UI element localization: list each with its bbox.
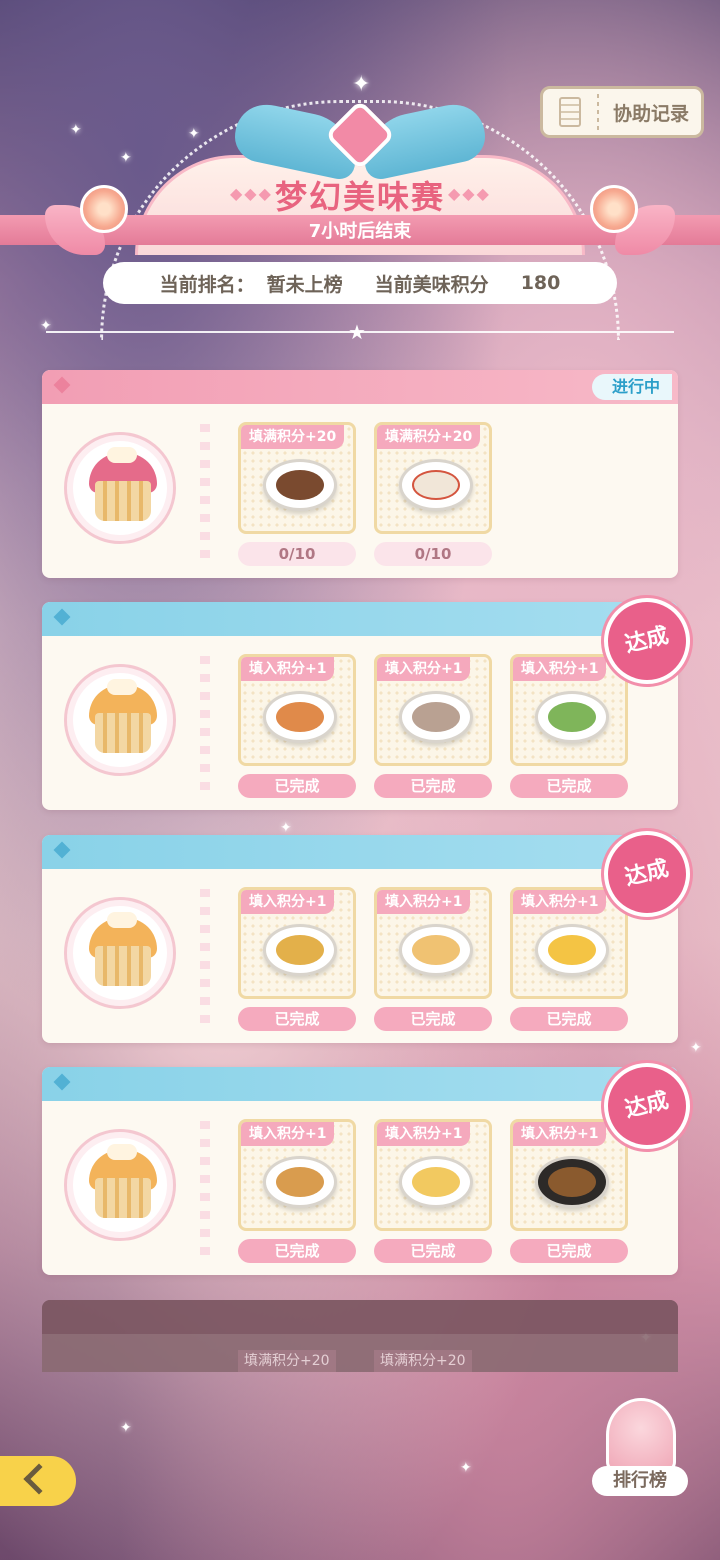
cake-reward-icon	[64, 432, 176, 544]
dish-points-tag: 填满积分+20	[238, 1350, 336, 1372]
completed-label: 已完成	[374, 774, 492, 798]
dish-points-tag: 填入积分+1	[377, 657, 471, 681]
dish-icon	[535, 1156, 609, 1208]
ranking-label: 排行榜	[592, 1466, 688, 1496]
dish-slot[interactable]: 填入积分+1 已完成	[374, 654, 492, 798]
dish-points-tag: 填入积分+1	[513, 890, 607, 914]
cake-reward-icon	[64, 1129, 176, 1241]
task-card: 填入积分+1 已完成 填入积分+1 已完成 填入积分+1 已完成 达成	[42, 1053, 700, 1275]
sparkle-icon: ✦	[280, 820, 292, 836]
back-arrow-icon	[23, 1463, 55, 1495]
completed-label: 已完成	[238, 1239, 356, 1263]
cake-reward-icon	[64, 897, 176, 1009]
score-value: 180	[520, 272, 561, 294]
dish-icon	[263, 1156, 337, 1208]
rank-label: 当前排名：	[159, 273, 255, 296]
completed-label: 已完成	[238, 1007, 356, 1031]
dish-icon	[399, 691, 473, 743]
dish-slot[interactable]: 填入积分+1 已完成	[510, 887, 628, 1031]
rank-summary: 当前排名： 暂未上榜 当前美味积分 180	[103, 262, 617, 304]
sparkle-icon: ✦	[120, 1420, 132, 1436]
dish-icon	[399, 459, 473, 511]
notebook-icon	[559, 97, 581, 127]
dish-icon	[263, 459, 337, 511]
star-icon: ★	[348, 320, 366, 344]
dish-icon	[399, 1156, 473, 1208]
dish-points-tag: 填入积分+1	[241, 1122, 335, 1146]
dish-points-tag: 填入积分+1	[377, 890, 471, 914]
dish-icon	[535, 691, 609, 743]
dish-slot[interactable]: 填入积分+1 已完成	[238, 1119, 356, 1263]
dish-slot[interactable]: 填入积分+1 已完成	[374, 1119, 492, 1263]
event-countdown: 7小时后结束	[308, 221, 412, 242]
status-badge: 进行中	[591, 374, 672, 400]
completed-label: 已完成	[510, 1007, 628, 1031]
completed-label: 已完成	[510, 1239, 628, 1263]
completed-label: 已完成	[238, 774, 356, 798]
dish-points-tag: 填满积分+20	[377, 425, 481, 449]
task-card-partial: 填满积分+20 填满积分+20	[42, 1300, 678, 1372]
event-title: 梦幻美味赛	[274, 178, 445, 216]
task-card: 填入积分+1 已完成 填入积分+1 已完成 填入积分+1 已完成 达成	[42, 821, 700, 1043]
task-card: 进行中 填满积分+20 0/10 填满积分+20 0/10	[42, 370, 678, 578]
dish-slot[interactable]: 填满积分+20 0/10	[238, 422, 356, 566]
dish-icon	[535, 924, 609, 976]
dish-points-tag: 填满积分+20	[374, 1350, 472, 1372]
rank-value: 暂未上榜	[266, 273, 343, 296]
dish-icon	[399, 924, 473, 976]
dish-slot[interactable]: 填入积分+1 已完成	[510, 1119, 628, 1263]
cake-icon	[606, 1398, 676, 1472]
dish-slot[interactable]: 填入积分+1 已完成	[238, 887, 356, 1031]
dish-icon	[263, 691, 337, 743]
completed-label: 已完成	[374, 1007, 492, 1031]
score-label: 当前美味积分	[374, 273, 489, 296]
completed-label: 已完成	[510, 774, 628, 798]
diamond-icon	[53, 841, 71, 859]
dish-slot[interactable]: 填满积分+20 0/10	[374, 422, 492, 566]
dish-icon	[263, 924, 337, 976]
diamond-icon	[53, 1073, 71, 1091]
back-button[interactable]	[0, 1456, 76, 1506]
ranking-button[interactable]: 排行榜	[592, 1398, 688, 1498]
cake-reward-icon	[64, 664, 176, 776]
dish-points-tag: 填入积分+1	[377, 1122, 471, 1146]
completed-label: 已完成	[374, 1239, 492, 1263]
dish-points-tag: 填满积分+20	[241, 425, 345, 449]
assist-record-label: 协助记录	[613, 102, 690, 125]
sparkle-icon: ✦	[690, 1040, 702, 1056]
dish-progress: 0/10	[374, 542, 492, 566]
dish-progress: 0/10	[238, 542, 356, 566]
dish-slot[interactable]: 填入积分+1 已完成	[374, 887, 492, 1031]
dish-points-tag: 填入积分+1	[513, 657, 607, 681]
dish-slot[interactable]: 填入积分+1 已完成	[510, 654, 628, 798]
assist-record-button[interactable]: 协助记录	[540, 86, 704, 138]
diamond-icon	[53, 376, 71, 394]
dish-points-tag: 填入积分+1	[241, 890, 335, 914]
sparkle-icon: ✦	[460, 1460, 472, 1476]
dish-points-tag: 填入积分+1	[513, 1122, 607, 1146]
task-card: 填入积分+1 已完成 填入积分+1 已完成 填入积分+1 已完成 达成	[42, 588, 700, 810]
dish-slot[interactable]: 填入积分+1 已完成	[238, 654, 356, 798]
diamond-icon	[53, 608, 71, 626]
dish-points-tag: 填入积分+1	[241, 657, 335, 681]
